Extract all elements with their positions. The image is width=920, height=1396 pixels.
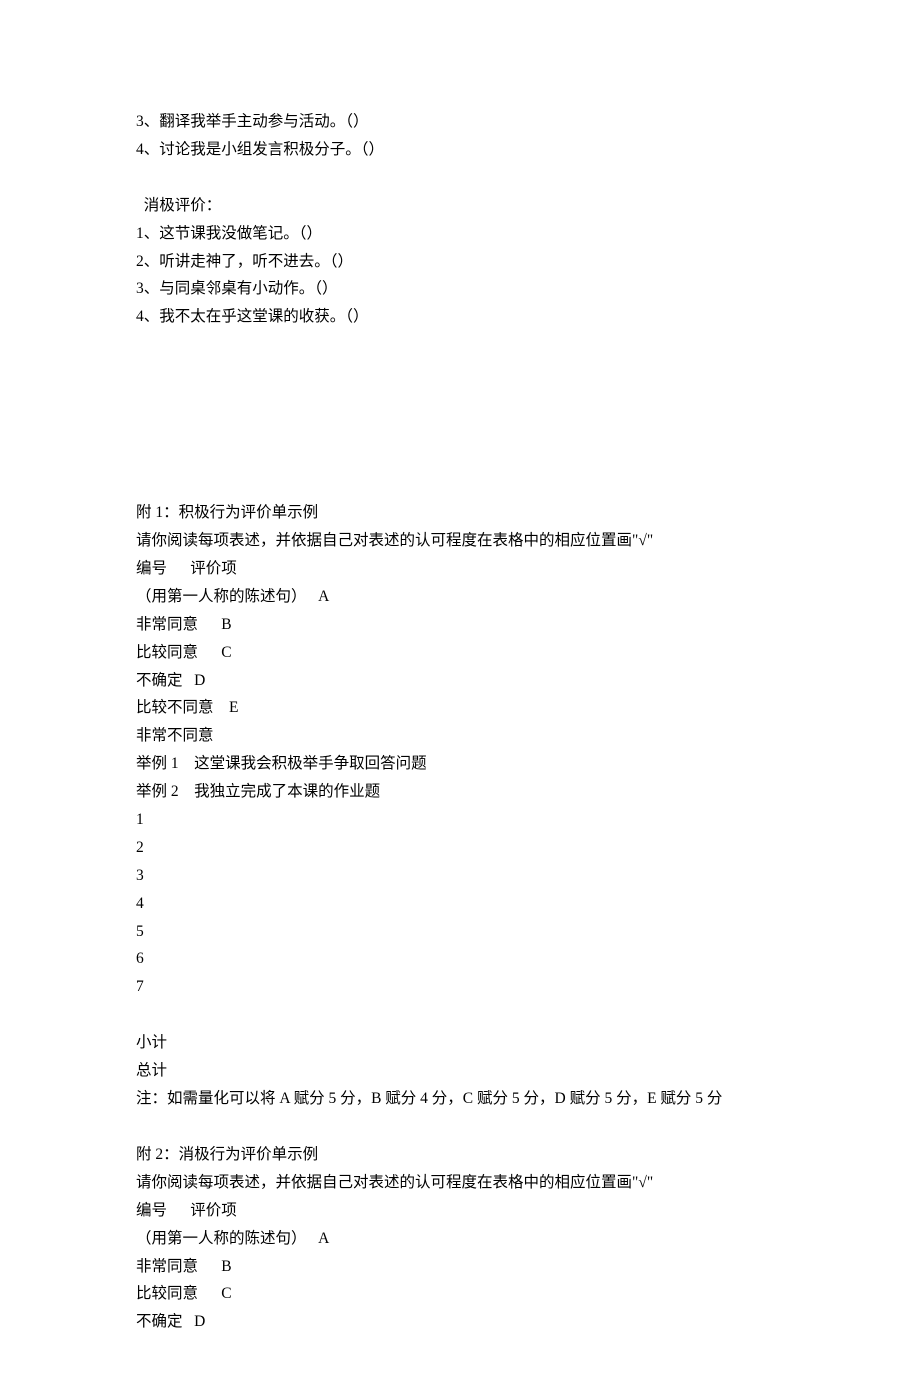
appendix1-number-7: 7 <box>136 973 784 1001</box>
appendix1-option-d: 比较不同意 E <box>136 694 784 722</box>
appendix1-option-e: 非常不同意 <box>136 722 784 750</box>
appendix2-option-a: 非常同意 B <box>136 1253 784 1281</box>
appendix1-subtotal: 小计 <box>136 1029 784 1057</box>
negative-item-1: 1、这节课我没做笔记。（） <box>136 220 784 248</box>
appendix1-number-4: 4 <box>136 890 784 918</box>
negative-item-4: 4、我不太在乎这堂课的收获。（） <box>136 303 784 331</box>
appendix2-note-statement: （用第一人称的陈述句） A <box>136 1225 784 1253</box>
appendix1-number-6: 6 <box>136 945 784 973</box>
appendix2-title: 附 2：消极行为评价单示例 <box>136 1141 784 1169</box>
negative-item-2: 2、听讲走神了，听不进去。（） <box>136 248 784 276</box>
top-item-4: 4、讨论我是小组发言积极分子。（） <box>136 136 784 164</box>
document-page: 3、翻译我举手主动参与活动。（） 4、讨论我是小组发言积极分子。（） 消极评价：… <box>0 0 920 1396</box>
appendix1-number-1: 1 <box>136 806 784 834</box>
appendix1-instruction: 请你阅读每项表述，并依据自己对表述的认可程度在表格中的相应位置画"√" <box>136 527 784 555</box>
appendix1-note-statement: （用第一人称的陈述句） A <box>136 583 784 611</box>
appendix1-example-2: 举例 2 我独立完成了本课的作业题 <box>136 778 784 806</box>
appendix1-number-3: 3 <box>136 862 784 890</box>
appendix1-example-1: 举例 1 这堂课我会积极举手争取回答问题 <box>136 750 784 778</box>
appendix2-option-b: 比较同意 C <box>136 1280 784 1308</box>
appendix1-number-2: 2 <box>136 834 784 862</box>
top-item-3: 3、翻译我举手主动参与活动。（） <box>136 108 784 136</box>
appendix1-header: 编号 评价项 <box>136 555 784 583</box>
appendix1-option-c: 不确定 D <box>136 667 784 695</box>
appendix2-instruction: 请你阅读每项表述，并依据自己对表述的认可程度在表格中的相应位置画"√" <box>136 1169 784 1197</box>
negative-heading: 消极评价： <box>136 192 784 220</box>
appendix1-option-a: 非常同意 B <box>136 611 784 639</box>
appendix1-title: 附 1：积极行为评价单示例 <box>136 499 784 527</box>
negative-item-3: 3、与同桌邻桌有小动作。（） <box>136 275 784 303</box>
appendix2-option-c: 不确定 D <box>136 1308 784 1336</box>
appendix2-header: 编号 评价项 <box>136 1197 784 1225</box>
appendix1-number-5: 5 <box>136 918 784 946</box>
appendix1-option-b: 比较同意 C <box>136 639 784 667</box>
appendix1-total: 总计 <box>136 1057 784 1085</box>
appendix1-footnote: 注：如需量化可以将 A 赋分 5 分，B 赋分 4 分，C 赋分 5 分，D 赋… <box>136 1085 784 1113</box>
